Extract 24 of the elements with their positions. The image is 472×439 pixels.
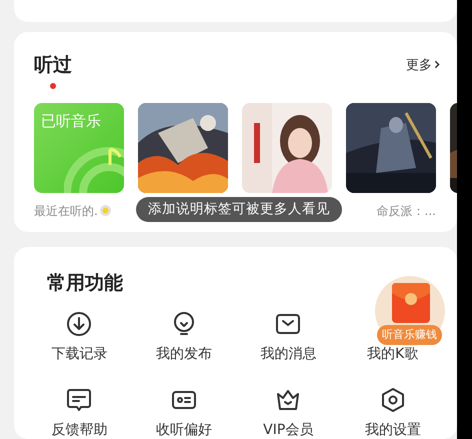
promo-label: 听音乐赚钱 — [377, 325, 442, 345]
section-title: 常用功能 — [47, 271, 124, 295]
card-title: 已听音乐 — [41, 112, 101, 130]
settings-icon — [380, 387, 406, 413]
feature-link[interactable]: 反馈帮助 — [51, 421, 108, 439]
mail-icon — [275, 311, 302, 337]
feedback-icon — [66, 387, 92, 413]
feature-link[interactable]: 我的K歌 — [367, 345, 418, 363]
chevron-icon — [433, 59, 441, 70]
download-icon — [66, 311, 92, 337]
feature-link[interactable]: 收听偏好 — [156, 421, 212, 439]
more-link[interactable]: 更多 — [406, 56, 441, 74]
feature-link[interactable]: 下载记录 — [51, 345, 108, 363]
feature-link[interactable]: 我的发布 — [156, 345, 212, 363]
envelope-icon — [392, 283, 430, 323]
tooltip: 添加说明标签可被更多人看见 — [136, 196, 342, 222]
cover-caption: 命反派：... — [376, 202, 436, 219]
playing-dot-icon — [100, 205, 111, 216]
feature-link[interactable]: 我的消息 — [260, 345, 316, 363]
crown-icon — [275, 387, 302, 413]
feature-link[interactable]: 我的设置 — [364, 421, 421, 439]
feature-link[interactable]: VIP会员 — [263, 421, 314, 439]
section-title: 听过 — [34, 52, 72, 77]
cover-caption: 最近在听的. — [34, 202, 98, 219]
